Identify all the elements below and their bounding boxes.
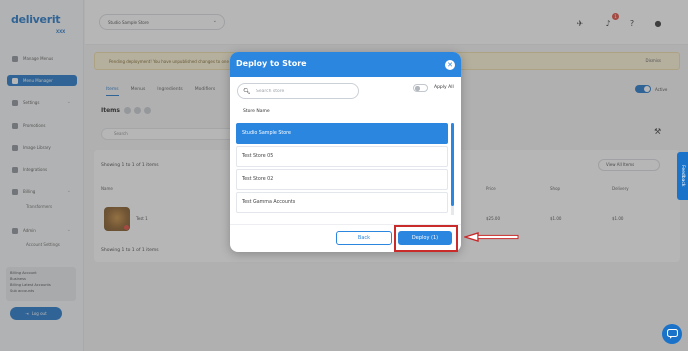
chat-icon <box>666 329 678 339</box>
dialog-header: Deploy to Store ✕ <box>230 52 461 77</box>
search-icon: 🔍︎ <box>243 87 251 95</box>
store-list: Studio Sample Store Test Store 05 Test S… <box>236 122 454 214</box>
close-icon: ✕ <box>447 61 453 69</box>
store-list-scrollbar-thumb[interactable] <box>451 123 454 206</box>
store-search-input[interactable] <box>256 88 356 94</box>
annotation-arrow-icon <box>464 232 519 242</box>
store-item-test-store-05[interactable]: Test Store 05 <box>236 146 448 167</box>
annotation-highlight-box <box>394 225 458 252</box>
store-name-column-header: Store Name <box>243 109 270 114</box>
chat-button[interactable] <box>662 324 682 344</box>
dialog-title: Deploy to Store <box>236 59 307 68</box>
apply-all-label: Apply All <box>434 85 454 90</box>
store-item-studio-sample-store[interactable]: Studio Sample Store <box>236 123 448 144</box>
store-search-field[interactable]: 🔍︎ <box>237 83 359 99</box>
close-button[interactable]: ✕ <box>445 60 455 70</box>
feedback-label: Feedback <box>680 165 685 187</box>
store-item-test-gamma-accounts[interactable]: Test Gamma Accounts <box>236 192 448 213</box>
store-item-test-store-02[interactable]: Test Store 02 <box>236 169 448 190</box>
back-button[interactable]: Back <box>336 231 392 245</box>
deploy-to-store-dialog: Deploy to Store ✕ 🔍︎ Apply All Store Nam… <box>230 52 461 252</box>
apply-all-toggle[interactable] <box>413 84 428 92</box>
